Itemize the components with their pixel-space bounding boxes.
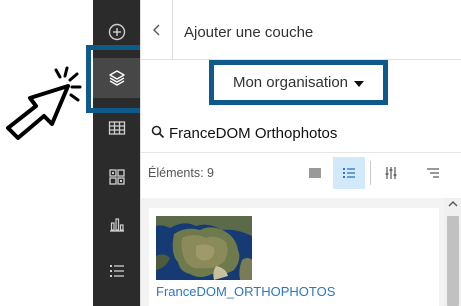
panel-header: Ajouter une couche (141, 0, 461, 60)
sort-button[interactable] (417, 157, 449, 189)
detail-view-button[interactable] (333, 157, 365, 189)
caret-down-icon (354, 80, 365, 87)
scroll-up-icon[interactable] (448, 200, 458, 208)
search-icon (151, 125, 165, 139)
sort-icon (427, 168, 439, 178)
search-input[interactable] (169, 120, 449, 146)
source-dropdown-label: Mon organisation (232, 74, 349, 91)
legend-icon (109, 265, 124, 277)
results-list: FranceDOM_ORTHOPHOTOS (141, 198, 461, 306)
source-dropdown[interactable]: Mon organisation (209, 60, 388, 105)
chart-tool-button[interactable] (93, 204, 140, 244)
list-view-button[interactable] (299, 157, 331, 189)
map-thumbnail (156, 216, 252, 280)
chart-icon (109, 218, 124, 232)
basemap-icon (108, 169, 125, 185)
table-icon (108, 121, 125, 135)
chevron-left-icon (152, 24, 159, 36)
sliders-icon (385, 167, 397, 179)
legend-tool-button[interactable] (93, 251, 140, 291)
add-icon (108, 23, 125, 41)
results-scrollbar[interactable] (444, 198, 461, 306)
filter-button[interactable] (375, 157, 407, 189)
table-tool-button[interactable] (93, 108, 140, 148)
layers-icon (108, 70, 125, 86)
basemap-tool-button[interactable] (93, 157, 140, 197)
detail-list-icon (343, 168, 355, 178)
layers-tool-button[interactable] (93, 58, 140, 98)
result-card[interactable]: FranceDOM_ORTHOPHOTOS (149, 208, 439, 306)
toolbar-divider (370, 161, 371, 185)
results-bar: Éléments: 9 (141, 152, 461, 192)
result-title[interactable]: FranceDOM_ORTHOPHOTOS (156, 284, 335, 299)
side-toolbar (93, 0, 140, 306)
add-layer-panel: Ajouter une couche Mon organisation Élém… (140, 0, 461, 306)
add-tool-button[interactable] (93, 12, 140, 52)
source-row: Mon organisation (141, 60, 461, 112)
results-count: Éléments: 9 (148, 166, 215, 180)
scroll-thumb[interactable] (447, 216, 459, 306)
pointer-cursor-icon (6, 66, 82, 140)
list-view-icon (309, 168, 321, 178)
back-button[interactable] (141, 0, 173, 60)
panel-title: Ajouter une couche (184, 24, 314, 41)
search-row (141, 118, 461, 148)
